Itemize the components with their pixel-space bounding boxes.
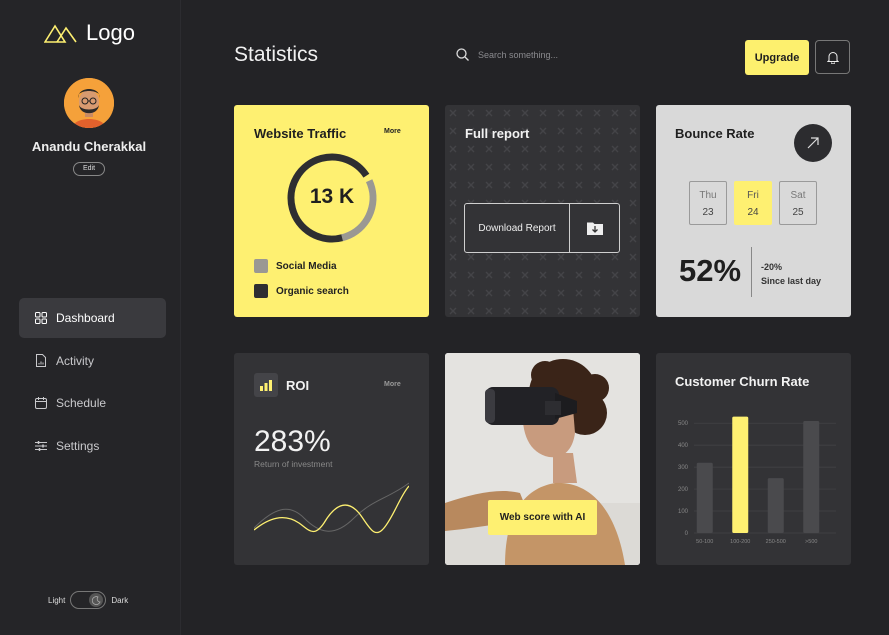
roi-card: ROI More 283% Return of investment [234, 353, 429, 565]
theme-light-label: Light [48, 595, 66, 605]
website-traffic-card: Website Traffic More 13 K Social Media O… [234, 105, 429, 317]
notifications-button[interactable] [815, 40, 850, 74]
day-date: 25 [792, 207, 804, 218]
theme-toggle[interactable] [70, 591, 107, 609]
y-tick-label: 100 [678, 509, 689, 515]
sidebar-item-activity[interactable]: Activity [19, 341, 166, 381]
y-tick-label: 0 [685, 531, 689, 537]
sidebar: Logo Anandu Cherakkal Edit Dashboard Act… [0, 0, 181, 635]
y-tick-label: 500 [678, 421, 689, 427]
y-tick-label: 400 [678, 443, 689, 449]
logo[interactable]: Logo [44, 20, 135, 46]
web-score-ai-button[interactable]: Web score with AI [488, 500, 597, 535]
y-tick-label: 300 [678, 465, 689, 471]
card-title: Website Traffic [254, 126, 347, 141]
user-name: Anandu Cherakkal [31, 139, 147, 154]
bounce-rate-value: 52% [679, 253, 742, 288]
calendar-icon [35, 397, 47, 409]
sidebar-nav: Dashboard Activity Schedule Settings [19, 298, 166, 468]
sidebar-item-schedule[interactable]: Schedule [19, 383, 166, 423]
logo-text: Logo [86, 20, 135, 45]
avatar-illustration [64, 78, 114, 128]
day-sat[interactable]: Sat 25 [779, 181, 817, 225]
sidebar-item-settings[interactable]: Settings [19, 426, 166, 466]
legend-item-social-media: Social Media [254, 259, 337, 273]
card-title: Full report [465, 126, 530, 141]
grid-icon [35, 312, 47, 324]
sliders-icon [35, 440, 47, 451]
day-name: Sat [790, 190, 806, 201]
change-value: -20% [761, 262, 783, 272]
theme-switcher: Light Dark [48, 591, 128, 609]
y-tick-label: 200 [678, 487, 689, 493]
more-link[interactable]: More [384, 381, 401, 388]
folder-download-icon [570, 204, 619, 252]
day-thu[interactable]: Thu 23 [689, 181, 727, 225]
traffic-total: 13 K [309, 185, 355, 208]
search-input[interactable] [476, 48, 620, 61]
day-fri[interactable]: Fri 24 [734, 181, 772, 225]
sidebar-item-label: Settings [56, 438, 100, 453]
edit-profile-button[interactable]: Edit [73, 162, 105, 176]
churn-bar-chart: 0 100 200 300 400 500 50-100 100-200 250-500 >500 [678, 416, 836, 545]
divider [751, 247, 752, 297]
legend-label: Organic search [276, 285, 349, 297]
moon-icon [89, 593, 104, 607]
customer-churn-card: Customer Churn Rate 0 100 200 300 400 500 50-1… [656, 353, 851, 565]
vr-promo-card: Web score with AI [445, 353, 640, 565]
full-report-card: Full report Download Report [445, 105, 640, 317]
open-details-button[interactable] [794, 124, 832, 162]
churn-bar[interactable] [732, 416, 749, 533]
search-icon [456, 48, 469, 61]
sidebar-item-label: Schedule [56, 396, 107, 410]
day-name: Thu [699, 190, 717, 201]
x-tick-label: 250-500 [766, 539, 786, 545]
page-title: Statistics [234, 43, 319, 66]
avatar[interactable] [64, 78, 114, 128]
document-icon [36, 354, 46, 367]
download-report-label: Download Report [465, 204, 570, 252]
bounce-rate-card: Bounce Rate Thu 23 Fri 24 Sat 25 52% -20… [656, 105, 851, 317]
roi-value: 283% [254, 425, 331, 458]
search-bar [456, 48, 620, 61]
theme-dark-label: Dark [111, 595, 129, 605]
day-date: 24 [747, 207, 759, 218]
card-title: ROI [286, 378, 310, 393]
arrow-up-right-icon [807, 137, 819, 149]
sidebar-item-label: Activity [56, 353, 95, 368]
upgrade-button[interactable]: Upgrade [745, 40, 809, 75]
bell-icon [826, 51, 839, 64]
x-tick-label: 100-200 [730, 539, 750, 545]
more-link[interactable]: More [384, 128, 401, 135]
legend-swatch [254, 259, 268, 273]
roi-wave-chart [254, 482, 409, 534]
bounce-change: -20% Since last day [761, 260, 821, 288]
churn-bar[interactable] [803, 420, 820, 533]
bar-chart-icon [254, 373, 278, 397]
sidebar-item-label: Dashboard [56, 311, 115, 325]
churn-bar[interactable] [696, 462, 713, 533]
legend-item-organic-search: Organic search [254, 284, 349, 298]
x-tick-label: >500 [805, 539, 817, 545]
download-report-button[interactable]: Download Report [464, 203, 620, 253]
legend-label: Social Media [276, 260, 337, 272]
card-title: Bounce Rate [675, 126, 755, 141]
card-title: Customer Churn Rate [675, 374, 810, 389]
sidebar-item-dashboard[interactable]: Dashboard [19, 298, 166, 338]
x-tick-label: 50-100 [696, 539, 713, 545]
day-name: Fri [747, 190, 759, 201]
churn-bar[interactable] [767, 478, 784, 533]
mountain-logo-icon [44, 24, 77, 43]
legend-swatch [254, 284, 268, 298]
change-label: Since last day [761, 276, 822, 286]
day-date: 23 [702, 207, 714, 218]
roi-subtitle: Return of investment [254, 459, 333, 469]
